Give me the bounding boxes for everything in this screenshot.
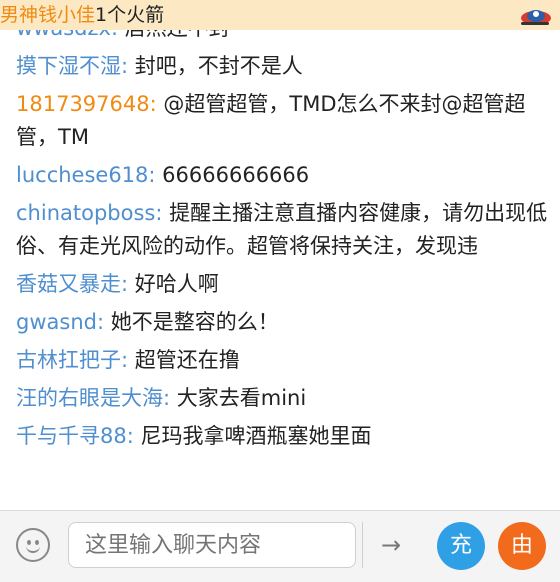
chat-message: 摸下湿不湿: 封吧，不封不是人: [16, 48, 548, 86]
chat-username[interactable]: 古林扛把子:: [16, 348, 128, 372]
gift-banner-text: 男神钱小佳1个火箭: [0, 2, 164, 28]
gift-sender-name: 男神钱小佳: [0, 4, 96, 26]
arrow-right-icon: →: [380, 531, 402, 559]
chat-text: 超管还在撸: [134, 348, 240, 372]
chat-text: 大家去看mini: [176, 386, 307, 410]
gift-description: 1个火箭: [95, 4, 165, 26]
chat-message: 香菇又暴走: 好哈人啊: [16, 266, 548, 304]
chat-input[interactable]: [68, 522, 356, 568]
chat-message: gwasnd: 她不是整容的么！: [16, 304, 548, 342]
chat-text: 居然还不封: [125, 30, 230, 40]
chat-text: 封吧，不封不是人: [134, 54, 303, 78]
send-button[interactable]: →: [362, 522, 419, 568]
chat-username[interactable]: gwasnd:: [16, 310, 104, 334]
chat-message: 千与千寻88: 尼玛我拿啤酒瓶塞她里面: [16, 418, 548, 456]
chat-text: 66666666666: [162, 163, 310, 187]
chat-username[interactable]: lucchese618:: [16, 163, 155, 187]
chat-message: 汪的右眼是大海: 大家去看mini: [16, 380, 548, 418]
chat-username[interactable]: 1817397648:: [16, 92, 157, 116]
chat-message: 古林扛把子: 超管还在撸: [16, 342, 548, 380]
chat-message: lucchese618: 66666666666: [16, 157, 548, 195]
gift-banner: 男神钱小佳1个火箭: [0, 0, 560, 31]
chat-message: wwasdzx: 居然还不封: [16, 30, 548, 48]
chat-username[interactable]: 千与千寻88:: [16, 424, 134, 448]
emoji-button[interactable]: [16, 528, 50, 562]
chat-username[interactable]: 汪的右眼是大海:: [16, 386, 170, 410]
chat-username[interactable]: 摸下湿不湿:: [16, 54, 128, 78]
gift-button[interactable]: 由: [498, 522, 546, 570]
chat-username[interactable]: wwasdzx:: [16, 30, 118, 40]
smiley-mouth: [26, 543, 40, 553]
rocket-icon: [521, 10, 551, 25]
chat-input-bar: → 充 由: [0, 510, 560, 582]
chat-message-list[interactable]: wwasdzx: 居然还不封摸下湿不湿: 封吧，不封不是人1817397648:…: [0, 30, 560, 510]
chat-username[interactable]: 香菇又暴走:: [16, 272, 128, 296]
chat-text: 她不是整容的么！: [110, 310, 279, 334]
chat-message: chinatopboss: 提醒主播注意直播内容健康，请勿出现低俗、有走光风险的…: [16, 195, 548, 266]
chat-username[interactable]: chinatopboss:: [16, 201, 162, 225]
chat-text: 尼玛我拿啤酒瓶塞她里面: [140, 424, 372, 448]
chat-text: 好哈人啊: [134, 272, 219, 296]
charge-button[interactable]: 充: [437, 522, 485, 570]
chat-message: 1817397648: @超管超管，TMD怎么不来封@超管超管，TM: [16, 86, 548, 157]
